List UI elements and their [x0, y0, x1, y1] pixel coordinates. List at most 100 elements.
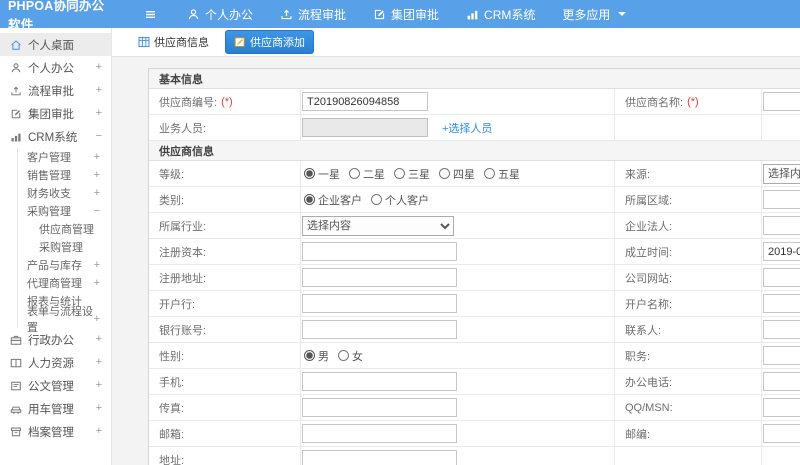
text-input[interactable]: [302, 268, 457, 287]
expand-toggle[interactable]: +: [94, 151, 100, 163]
tab-supplier-add[interactable]: 供应商添加: [225, 30, 314, 54]
topbar-item[interactable]: 更多应用: [562, 6, 627, 23]
expand-toggle[interactable]: +: [96, 108, 102, 119]
text-input[interactable]: [763, 294, 800, 313]
text-input[interactable]: [763, 190, 800, 209]
form-label-cell: 成立时间:: [615, 239, 762, 265]
radio-input[interactable]: [371, 194, 382, 205]
form-field-cell: [762, 291, 800, 317]
sidebar-subitem[interactable]: 采购管理 −: [18, 202, 111, 220]
form-label: 性别:: [159, 350, 185, 363]
radio-option[interactable]: 女: [338, 348, 363, 364]
expand-toggle[interactable]: +: [96, 62, 102, 73]
expand-toggle[interactable]: +: [94, 259, 100, 271]
sidebar-item[interactable]: 个人办公 +: [0, 56, 111, 79]
select-input[interactable]: 选择内容: [763, 163, 800, 184]
expand-toggle[interactable]: +: [96, 426, 102, 437]
text-input[interactable]: [302, 372, 457, 391]
sidebar-subitem[interactable]: 销售管理 +: [18, 166, 111, 184]
expand-toggle[interactable]: +: [94, 187, 100, 199]
expand-toggle[interactable]: +: [96, 380, 102, 391]
radio-option[interactable]: 一星: [304, 166, 340, 182]
radio-input[interactable]: [338, 350, 349, 361]
sidebar-item[interactable]: 个人桌面: [0, 33, 111, 56]
sidebar-subitem[interactable]: 财务收支 +: [18, 184, 111, 202]
text-input[interactable]: [302, 242, 457, 261]
topbar-item[interactable]: CRM系统: [466, 6, 535, 23]
radio-input[interactable]: [304, 350, 315, 361]
sidebar-item-label: 公文管理: [28, 380, 74, 393]
text-input[interactable]: [763, 216, 800, 235]
topbar-item[interactable]: 流程审批: [280, 6, 346, 23]
expand-toggle[interactable]: −: [96, 131, 102, 142]
topbar-item[interactable]: 个人办公: [187, 6, 253, 23]
radio-option[interactable]: 三星: [394, 166, 430, 182]
sidebar-subsubitem[interactable]: 采购管理: [18, 238, 111, 256]
sidebar-item[interactable]: 公文管理 +: [0, 374, 111, 397]
radio-input[interactable]: [394, 168, 405, 179]
sidebar-item[interactable]: 人力资源 +: [0, 351, 111, 374]
form-label: 开户名称:: [625, 298, 673, 311]
text-input[interactable]: [763, 346, 800, 365]
radio-option[interactable]: 男: [304, 348, 329, 364]
form-section-title: 基本信息: [159, 73, 203, 86]
tab-supplier-info[interactable]: 供应商信息: [132, 31, 215, 53]
radio-option[interactable]: 企业客户: [304, 192, 362, 208]
radio-label: 男: [318, 350, 329, 363]
select-input[interactable]: 选择内容: [302, 215, 454, 236]
sidebar-subitem[interactable]: 产品与库存 +: [18, 256, 111, 274]
sidebar-subitem[interactable]: 客户管理 +: [18, 148, 111, 166]
form-label: 手机:: [159, 376, 185, 389]
text-input[interactable]: [763, 372, 800, 391]
text-input[interactable]: [763, 320, 800, 339]
radio-option[interactable]: 二星: [349, 166, 385, 182]
expand-toggle[interactable]: +: [96, 403, 102, 414]
expand-toggle[interactable]: +: [94, 313, 100, 325]
text-input[interactable]: [302, 450, 457, 465]
sidebar-item[interactable]: 档案管理 +: [0, 420, 111, 443]
text-input[interactable]: [763, 398, 800, 417]
text-input[interactable]: [302, 398, 457, 417]
text-input[interactable]: [763, 92, 800, 111]
sidebar-item[interactable]: 行政办公 +: [0, 328, 111, 351]
expand-toggle[interactable]: −: [94, 205, 100, 217]
form-label-cell: 邮编:: [615, 421, 762, 447]
topbar-item[interactable]: 集团审批: [373, 6, 439, 23]
text-input[interactable]: [302, 424, 457, 443]
expand-toggle[interactable]: +: [94, 277, 100, 289]
sidebar-item[interactable]: 用车管理 +: [0, 397, 111, 420]
text-input[interactable]: [763, 242, 800, 261]
book-icon: [10, 357, 22, 369]
form-label-cell: QQ/MSN:: [615, 395, 762, 421]
radio-input[interactable]: [484, 168, 495, 179]
sidebar-subitem[interactable]: 表单与流程设置 +: [18, 306, 111, 334]
text-input[interactable]: [302, 92, 428, 111]
form-label: 等级:: [159, 168, 185, 181]
text-input[interactable]: [302, 320, 457, 339]
form-field-cell: 一星 二星 三星 四星 五星: [301, 161, 615, 187]
expand-toggle[interactable]: +: [94, 169, 100, 181]
sidebar-subsubitem[interactable]: 供应商管理: [18, 220, 111, 238]
radio-input[interactable]: [304, 194, 315, 205]
radio-option[interactable]: 个人客户: [371, 192, 429, 208]
sidebar-item[interactable]: 流程审批 +: [0, 79, 111, 102]
sidebar-item[interactable]: 集团审批 +: [0, 102, 111, 125]
radio-option[interactable]: 五星: [484, 166, 520, 182]
expand-toggle[interactable]: +: [96, 357, 102, 368]
text-input[interactable]: [763, 268, 800, 287]
text-input[interactable]: [302, 294, 457, 313]
sidebar-subitem[interactable]: 代理商管理 +: [18, 274, 111, 292]
choose-person-link[interactable]: +选择人员: [442, 120, 492, 136]
user-icon: [187, 8, 200, 21]
sidebar-item[interactable]: CRM系统 −: [0, 125, 111, 148]
hamburger-icon[interactable]: [144, 8, 157, 21]
text-input[interactable]: [763, 424, 800, 443]
radio-input[interactable]: [439, 168, 450, 179]
radio-input[interactable]: [349, 168, 360, 179]
radio-option[interactable]: 四星: [439, 166, 475, 182]
text-input-disabled[interactable]: [302, 118, 428, 137]
expand-toggle[interactable]: +: [96, 85, 102, 96]
form-label-cell: 传真:: [149, 395, 301, 421]
expand-toggle[interactable]: +: [96, 334, 102, 345]
radio-input[interactable]: [304, 168, 315, 179]
